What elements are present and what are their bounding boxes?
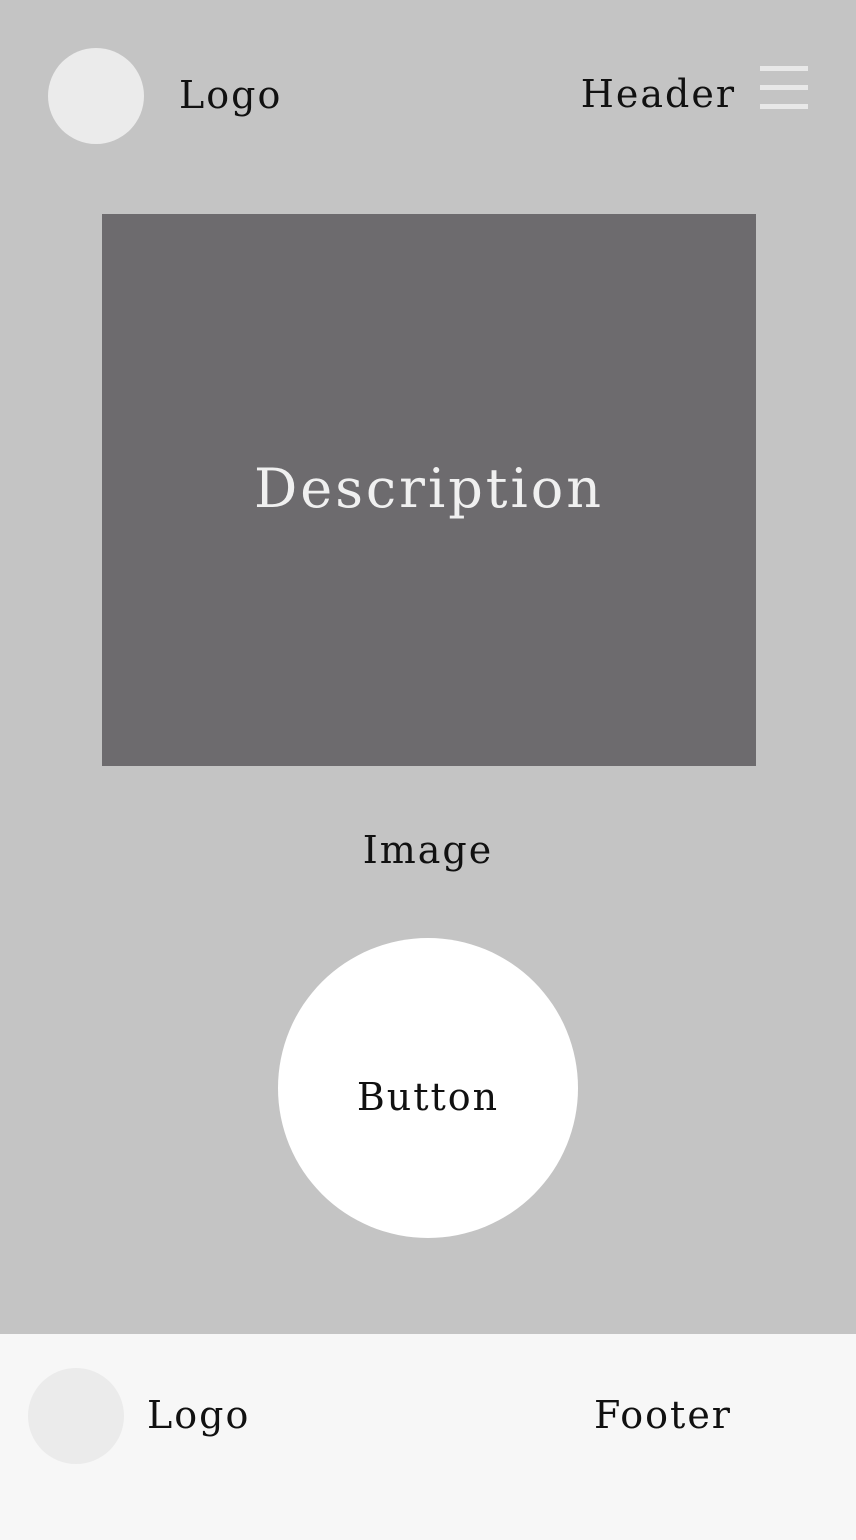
primary-button-label: Button xyxy=(356,1075,500,1119)
hamburger-menu-icon[interactable] xyxy=(760,66,808,109)
menu-line xyxy=(760,85,808,90)
menu-line xyxy=(760,66,808,71)
header-logo-placeholder[interactable] xyxy=(48,48,144,144)
image-caption: Image xyxy=(362,828,494,872)
image-description: Description xyxy=(253,456,605,520)
menu-line xyxy=(760,104,808,109)
footer-logo-placeholder[interactable] xyxy=(28,1368,124,1464)
footer-title: Footer xyxy=(594,1393,732,1437)
header: Logo Header xyxy=(0,0,856,190)
primary-button[interactable]: Button xyxy=(278,938,578,1238)
image-placeholder: Description xyxy=(102,214,756,766)
header-logo-label: Logo xyxy=(179,73,283,117)
footer-logo-label: Logo xyxy=(147,1393,251,1437)
footer: Logo Footer xyxy=(0,1334,856,1540)
header-title: Header xyxy=(580,72,736,116)
